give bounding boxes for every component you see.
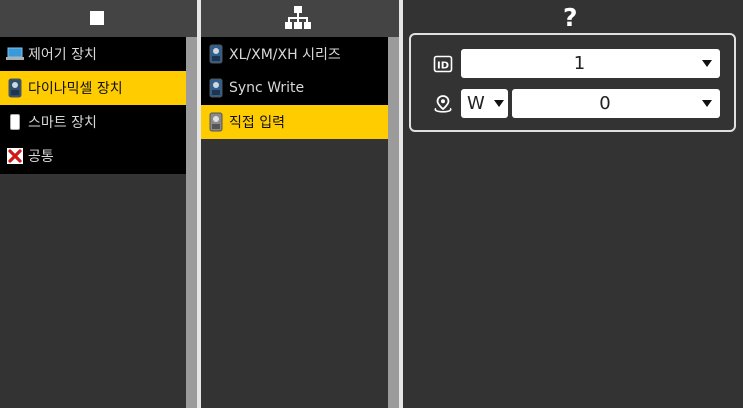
category-pane-header: [0, 0, 197, 37]
subcategory-pane-header: [201, 0, 399, 37]
chevron-down-icon: [702, 60, 712, 67]
subcategory-item-label: 직접 입력: [229, 115, 285, 131]
category-item-dynamixel[interactable]: 다이나믹셀 장치: [0, 71, 186, 105]
category-item-common[interactable]: 공통: [0, 139, 186, 173]
address-dropdown[interactable]: 0: [512, 89, 720, 118]
block-workspace: ? ID 1 W 0: [403, 0, 743, 408]
subcategory-item-label: XL/XM/XH 시리즈: [229, 47, 341, 63]
category-item-controller[interactable]: 제어기 장치: [0, 37, 186, 71]
subcategory-list: XL/XM/XH 시리즈 Sync Write 직접 입력: [201, 37, 388, 139]
subcategory-item-sync-write[interactable]: Sync Write: [201, 71, 388, 105]
id-badge-text: ID: [437, 61, 449, 72]
dynamixel-icon: [207, 78, 225, 98]
category-pane: 제어기 장치 다이나믹셀 장치 스마트 장치 공통: [0, 0, 197, 408]
chevron-down-icon: [494, 100, 504, 107]
category-item-smart[interactable]: 스마트 장치: [0, 105, 186, 139]
category-item-label: 스마트 장치: [28, 115, 97, 131]
dynamixel-icon: [6, 78, 24, 98]
subcategory-pane: XL/XM/XH 시리즈 Sync Write 직접 입력: [201, 0, 399, 408]
direct-input-block[interactable]: ID 1 W 0: [409, 33, 736, 132]
dynamixel-icon: [207, 112, 225, 132]
category-item-label: 공통: [28, 149, 54, 165]
laptop-icon: [6, 44, 24, 64]
common-x-icon: [6, 146, 24, 166]
data-width-dropdown[interactable]: W: [461, 89, 508, 118]
id-badge-icon: ID: [433, 55, 453, 73]
category-list: 제어기 장치 다이나믹셀 장치 스마트 장치 공통: [0, 37, 186, 174]
subcategory-scrollbar[interactable]: [388, 37, 399, 408]
id-dropdown[interactable]: 1: [461, 49, 720, 78]
category-item-label: 다이나믹셀 장치: [28, 81, 123, 97]
category-item-label: 제어기 장치: [28, 47, 97, 63]
chevron-down-icon: [702, 100, 712, 107]
smartphone-icon: [6, 112, 24, 132]
network-tree-icon[interactable]: [285, 6, 311, 30]
data-width-value: W: [467, 93, 485, 114]
subcategory-item-xl-xm-xh[interactable]: XL/XM/XH 시리즈: [201, 37, 388, 71]
subcategory-item-label: Sync Write: [229, 80, 305, 96]
address-value: 0: [599, 93, 611, 114]
stop-square-icon[interactable]: [90, 11, 104, 25]
location-pin-icon: [434, 95, 452, 113]
dynamixel-icon: [207, 44, 225, 64]
category-scrollbar[interactable]: [186, 37, 197, 408]
id-value: 1: [573, 53, 586, 74]
help-icon[interactable]: ?: [563, 3, 578, 33]
subcategory-item-direct-input[interactable]: 직접 입력: [201, 105, 388, 139]
